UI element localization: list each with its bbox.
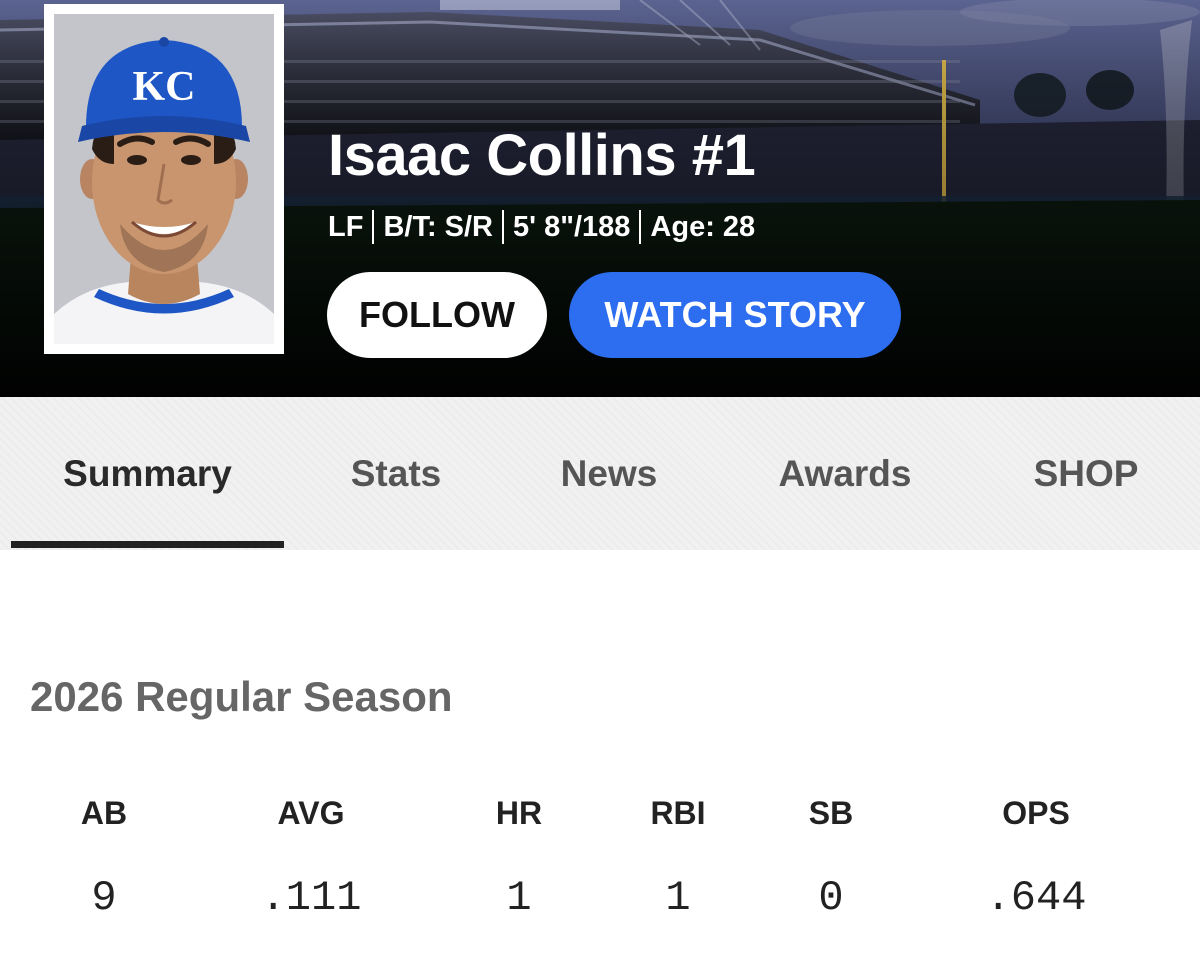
bio-separator (502, 210, 504, 244)
player-headshot-frame: KC (44, 4, 284, 354)
stat-label-sb: SB (808, 795, 854, 831)
stat-label-ops: OPS (1002, 795, 1070, 831)
season-title: 2026 Regular Season (30, 673, 453, 720)
stat-value-avg: .111 (260, 874, 362, 922)
stat-value-ops: .644 (985, 874, 1087, 922)
player-headshot-image: KC (54, 14, 274, 344)
watch-story-button[interactable]: WATCH STORY (569, 272, 901, 358)
stat-value-sb: 0 (818, 874, 844, 922)
tab-stats[interactable]: Stats (296, 397, 496, 550)
bio-separator (639, 210, 642, 244)
player-tab-bar: Summary Stats News Awards SHOP (0, 397, 1200, 550)
cap-logo-text: KC (133, 64, 196, 110)
player-bats-throws: B/T: S/R (383, 210, 493, 243)
bio-separator (372, 210, 375, 244)
player-age: Age: 28 (650, 210, 756, 243)
player-height-weight: 5' 8"/188 (513, 210, 631, 243)
player-hero-banner: KC Isaac Collins #1 LF B/T: S/R 5' 8"/18… (0, 0, 1200, 397)
player-bio-line: LF B/T: S/R 5' 8"/188 Age: 28 (328, 207, 755, 247)
active-tab-indicator (11, 541, 284, 548)
tab-awards[interactable]: Awards (735, 397, 955, 550)
tab-news[interactable]: News (509, 397, 709, 550)
player-headshot: KC (54, 14, 274, 344)
stat-label-ab: AB (80, 795, 128, 831)
follow-button[interactable]: FOLLOW (327, 272, 547, 358)
stat-label-avg: AVG (277, 795, 345, 831)
tab-summary[interactable]: Summary (11, 397, 284, 550)
player-name: Isaac Collins #1 (328, 123, 756, 188)
tab-shop[interactable]: SHOP (986, 397, 1186, 550)
player-position: LF (328, 210, 364, 243)
stat-value-ab: 9 (91, 874, 117, 922)
